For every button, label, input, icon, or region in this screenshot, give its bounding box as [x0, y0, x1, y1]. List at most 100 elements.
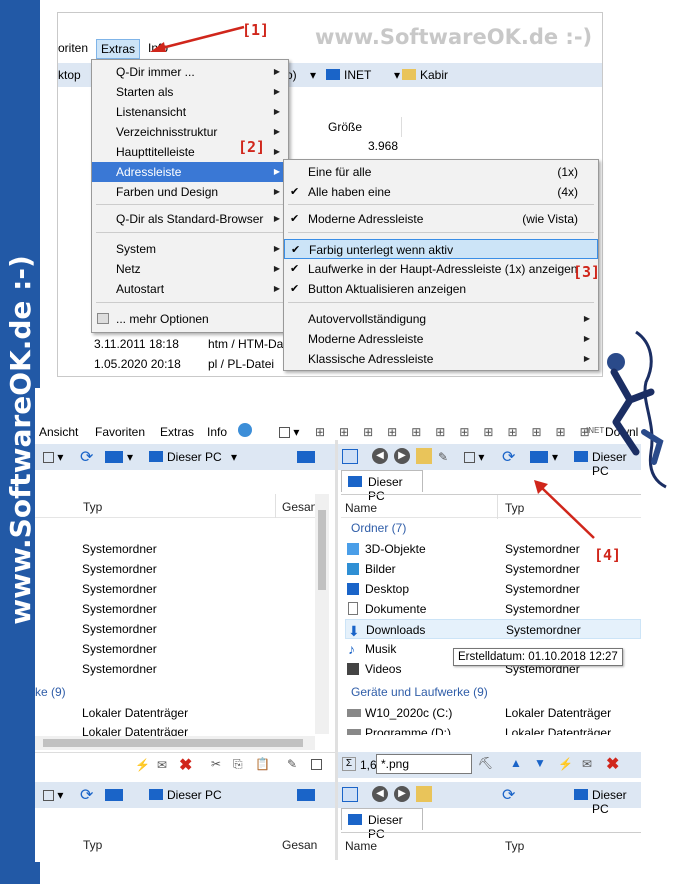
refresh-icon-right[interactable]: ⟳ [502, 447, 515, 467]
tb-inet[interactable]: INET [344, 68, 371, 82]
menu-favoriten-2[interactable]: Favoriten [95, 425, 145, 439]
left-group-drives[interactable]: ke (9) [35, 682, 66, 702]
left-col-gesamt[interactable]: Gesan [282, 500, 317, 514]
refresh-icon-lower-right[interactable]: ⟳ [502, 785, 515, 805]
column-header-groesse[interactable]: Größe [320, 117, 402, 137]
tb-inet-dropdown-icon[interactable]: ▾ [310, 68, 316, 82]
left-lower-col-typ[interactable]: Typ [83, 838, 102, 852]
paste-icon[interactable]: 📋 [255, 757, 270, 771]
left-row-4[interactable]: Systemordner [82, 599, 157, 619]
menu-item-standard-browser[interactable]: Q-Dir als Standard-Browser ▶ [92, 209, 288, 229]
left-hscrollbar[interactable] [35, 736, 315, 750]
right-col-typ[interactable]: Typ [505, 501, 524, 515]
rename-icon[interactable]: ✎ [287, 757, 297, 771]
copy-icon[interactable]: ⎘ [233, 757, 243, 772]
left-row-6[interactable]: Systemordner [82, 639, 157, 659]
right-view-grid-icon[interactable]: ▾ [464, 450, 484, 464]
monitor-icon-lower-2[interactable] [297, 789, 315, 801]
new-folder-icon[interactable]: ✎ [438, 450, 448, 464]
delete-icon[interactable]: ✖ [179, 755, 192, 775]
up-folder-icon[interactable] [416, 448, 432, 464]
sum-icon[interactable]: Σ [342, 757, 356, 771]
tab-dieser-pc[interactable]: Dieser PC [341, 470, 423, 503]
right-lower-col-name[interactable]: Name [345, 839, 377, 853]
refresh-icon-lower[interactable]: ⟳ [80, 785, 93, 805]
left-view-grid-icon[interactable]: ▾ [43, 450, 63, 464]
monitor-icon-lower[interactable] [105, 789, 123, 801]
monitor-icon-left[interactable] [105, 451, 123, 463]
mail-icon-right[interactable]: ✉ [582, 757, 592, 771]
left-lower-col-gesamt[interactable]: Gesan [282, 838, 317, 852]
sort-down-icon[interactable]: ▼ [534, 756, 546, 770]
left-row-5[interactable]: Systemordner [82, 619, 157, 639]
menu-info-2[interactable]: Info [207, 425, 227, 439]
submenu-button-aktualisieren[interactable]: ✔ Button Aktualisieren anzeigen [284, 279, 598, 299]
menu-item-system[interactable]: System ▶ [92, 239, 288, 259]
folder-row-desktop[interactable]: Desktop Systemordner [345, 579, 641, 599]
back-icon[interactable]: ◀ [372, 448, 388, 464]
menu-item-starten-als[interactable]: Starten als ▶ [92, 82, 288, 102]
globe-icon[interactable] [238, 423, 252, 437]
lightning-icon-right[interactable]: ⚡ [558, 757, 573, 771]
filter-input[interactable]: *.png [376, 754, 472, 774]
lightning-icon[interactable]: ⚡ [135, 758, 150, 772]
right-lower-col-typ[interactable]: Typ [505, 839, 524, 853]
submenu-alle-haben-eine[interactable]: ✔ Alle haben eine (4x) [284, 182, 598, 202]
forward-icon-lower[interactable]: ▶ [394, 786, 410, 802]
menu-item-qdir-immer[interactable]: Q-Dir immer ... ▶ [92, 62, 288, 82]
submenu-eine-fuer-alle[interactable]: Eine für alle (1x) [284, 162, 598, 182]
left-location-dropdown-icon[interactable]: ▾ [231, 450, 237, 464]
left-row-2[interactable]: Systemordner [82, 559, 157, 579]
submenu-moderne-adressleiste[interactable]: ✔ Moderne Adressleiste (wie Vista) [284, 209, 598, 229]
left-row-1[interactable]: Systemordner [82, 539, 157, 559]
delete-icon-right[interactable]: ✖ [606, 754, 619, 774]
group-drives[interactable]: Geräte und Laufwerke (9) [351, 682, 488, 702]
menu-favoriten[interactable]: oriten [58, 41, 88, 55]
left-row-3[interactable]: Systemordner [82, 579, 157, 599]
tb-kabir-dropdown-icon[interactable]: ▾ [394, 68, 400, 82]
menu-item-autostart[interactable]: Autostart ▶ [92, 279, 288, 299]
left-drive-1[interactable]: Lokaler Datenträger [82, 703, 188, 723]
menu-extras-2[interactable]: Extras [160, 425, 194, 439]
right-col-name[interactable]: Name [345, 501, 377, 515]
submenu-klassische-adressleiste[interactable]: Klassische Adressleiste ▶ [284, 349, 598, 369]
properties-icon[interactable] [311, 757, 322, 771]
menu-item-netz[interactable]: Netz ▶ [92, 259, 288, 279]
forward-icon[interactable]: ▶ [394, 448, 410, 464]
left-lower-view-icon[interactable]: ▾ [43, 788, 63, 802]
view-toggle-icon[interactable] [342, 449, 358, 464]
layout-grid-icon[interactable]: ▾ [279, 425, 299, 439]
submenu-laufwerke-anzeigen[interactable]: ✔ Laufwerke in der Haupt-Adressleiste (1x… [284, 259, 598, 279]
group-ordner[interactable]: Ordner (7) [351, 518, 406, 538]
folder-row-dokumente[interactable]: Dokumente Systemordner [345, 599, 641, 619]
mail-icon[interactable]: ✉ [157, 758, 167, 772]
monitor-icon-left-2[interactable] [297, 451, 315, 463]
menu-extras[interactable]: Extras [96, 39, 141, 59]
refresh-icon[interactable]: ⟳ [80, 447, 93, 467]
chevron-down-icon[interactable]: ▾ [127, 450, 133, 464]
left-location[interactable]: Dieser PC [167, 450, 222, 464]
tb-desktop[interactable]: ktop [58, 68, 81, 82]
left-scrollbar[interactable] [315, 494, 329, 734]
filter-apply-icon[interactable]: ⛏ [478, 756, 493, 770]
monitor-icon-right[interactable] [530, 451, 548, 463]
right-lower-location[interactable]: Dieser PC [592, 788, 641, 816]
view-toggle-icon-lower[interactable] [342, 787, 358, 802]
left-row-7[interactable]: Systemordner [82, 659, 157, 679]
menu-item-mehr-optionen[interactable]: ... mehr Optionen [92, 309, 288, 329]
left-col-typ[interactable]: Typ [83, 500, 102, 514]
menu-item-adressleiste[interactable]: Adressleiste ▶ [92, 162, 288, 182]
cut-icon[interactable]: ✂ [211, 757, 221, 771]
tb-kabir[interactable]: Kabir [420, 68, 448, 82]
drive-row-d[interactable]: Programme (D:) Lokaler Datenträger [345, 723, 641, 735]
submenu-farbig-unterlegt[interactable]: ✔ Farbig unterlegt wenn aktiv [284, 239, 598, 259]
tab-dieser-pc-lower[interactable]: Dieser PC [341, 808, 423, 841]
left-lower-location[interactable]: Dieser PC [167, 788, 222, 802]
sort-up-icon[interactable]: ▲ [510, 756, 522, 770]
submenu-autovervollstaendigung[interactable]: Autovervollständigung ▶ [284, 309, 598, 329]
submenu-moderne-adressleiste-2[interactable]: Moderne Adressleiste ▶ [284, 329, 598, 349]
menu-item-farben-design[interactable]: Farben und Design ▶ [92, 182, 288, 202]
back-icon-lower[interactable]: ◀ [372, 786, 388, 802]
layout-icons-row[interactable]: ⊞⊞⊞⊞⊞⊞⊞⊞⊞⊞⊞⊞ [315, 425, 604, 439]
up-folder-icon-lower[interactable] [416, 786, 432, 802]
